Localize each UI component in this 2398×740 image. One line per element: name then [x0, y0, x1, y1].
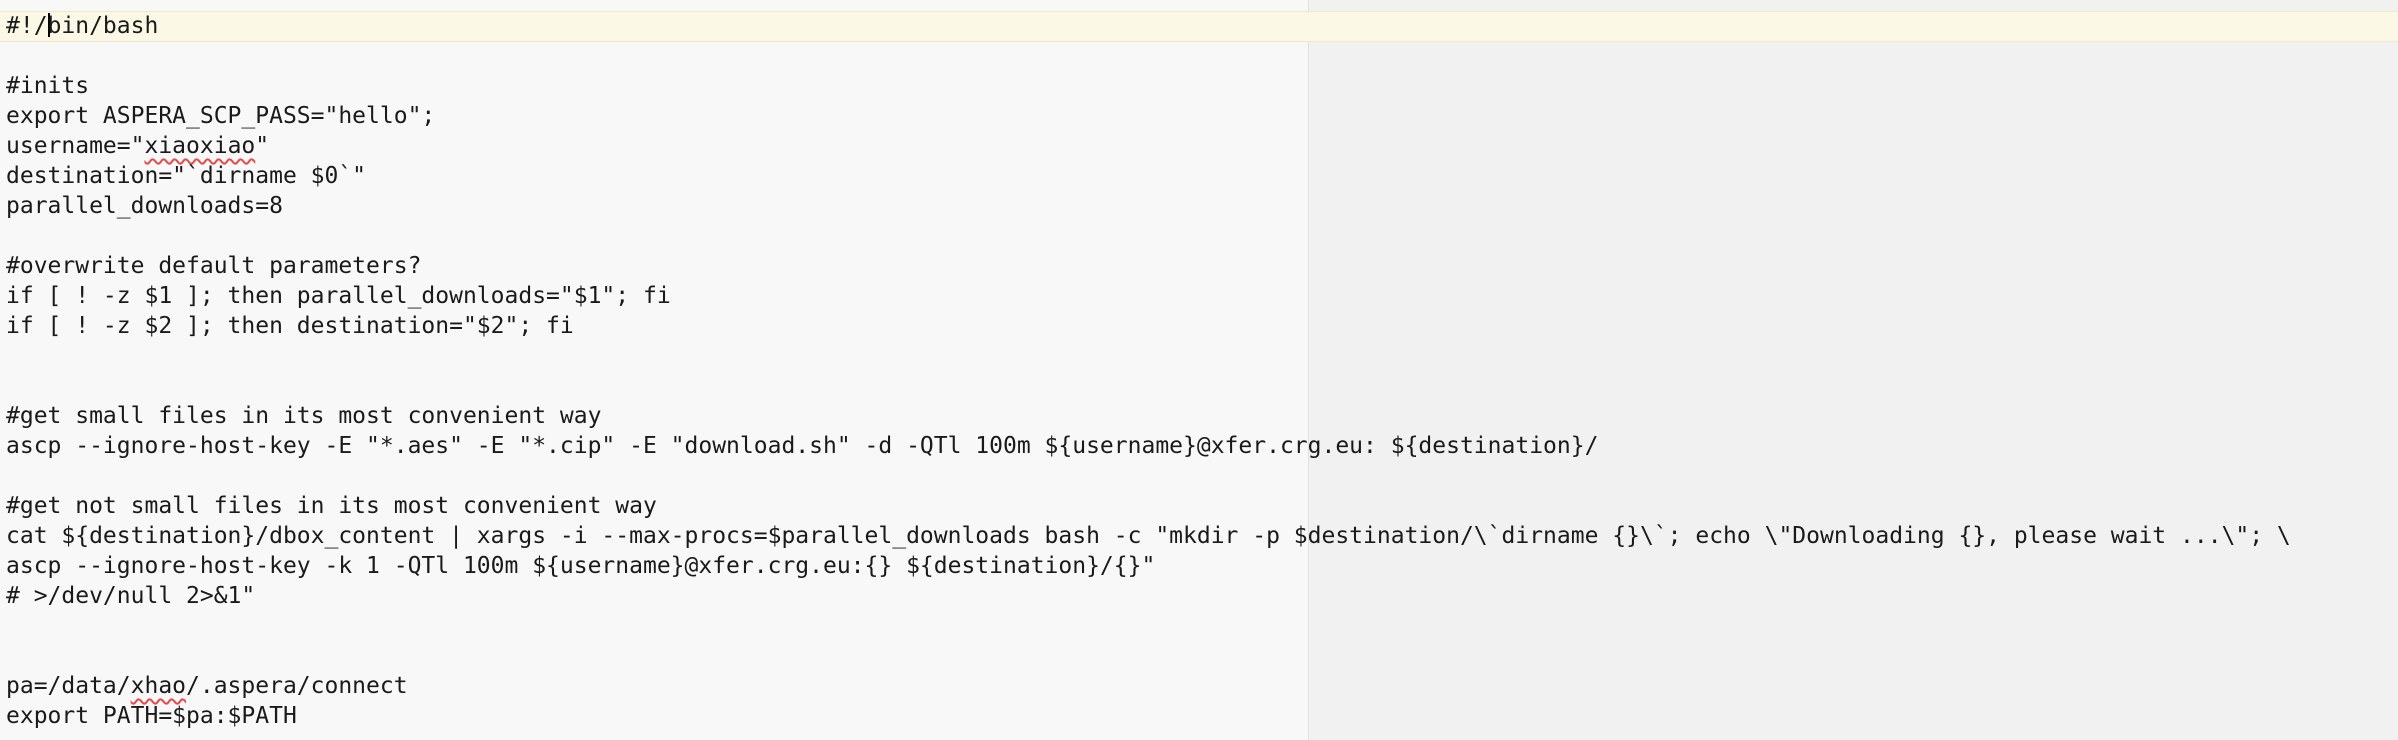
code-text: # >/dev/null 2>&1"	[6, 583, 256, 609]
code-line[interactable]: #inits	[6, 71, 2398, 101]
editor-text-area[interactable]: #!/bin/bash #inits export ASPERA_SCP_PASS=…	[6, 11, 2398, 731]
code-text: "	[255, 133, 270, 159]
code-line[interactable]	[6, 461, 2398, 491]
code-line[interactable]	[6, 611, 2398, 641]
code-line[interactable]	[6, 371, 2398, 401]
code-line[interactable]	[6, 41, 2398, 71]
code-text: cat ${destination}/dbox_content | xargs …	[6, 523, 2291, 549]
code-line[interactable]: pa=/data/xhao/.aspera/connect	[6, 671, 2398, 701]
code-line[interactable]	[6, 341, 2398, 371]
code-text: #get not small files in its most conveni…	[6, 493, 657, 519]
code-line[interactable]	[6, 221, 2398, 251]
code-text: /.aspera/connect	[186, 673, 408, 699]
code-line[interactable]: if [ ! -z $1 ]; then parallel_downloads=…	[6, 281, 2398, 311]
code-text: #inits	[6, 73, 90, 99]
code-text: #get small files in its most convenient …	[6, 403, 602, 429]
code-text: bin/bash	[47, 13, 159, 39]
code-text: #!/	[6, 13, 48, 39]
code-text: export PATH=$pa:$PATH	[6, 703, 297, 729]
code-text: export ASPERA_SCP_PASS="hello";	[6, 103, 436, 129]
code-line[interactable]: cat ${destination}/dbox_content | xargs …	[6, 521, 2398, 551]
code-line[interactable]: if [ ! -z $2 ]; then destination="$2"; f…	[6, 311, 2398, 341]
code-line[interactable]: #get small files in its most convenient …	[6, 401, 2398, 431]
code-line[interactable]: export PATH=$pa:$PATH	[6, 701, 2398, 731]
code-line[interactable]: ascp --ignore-host-key -E "*.aes" -E "*.…	[6, 431, 2398, 461]
code-text: destination="`dirname $0`"	[6, 163, 367, 189]
code-line[interactable]: username="xiaoxiao"	[6, 131, 2398, 161]
code-text: if [ ! -z $2 ]; then destination="$2"; f…	[6, 313, 574, 339]
misspelled-word: xhao	[130, 673, 187, 699]
code-line[interactable]: # >/dev/null 2>&1"	[6, 581, 2398, 611]
code-text: parallel_downloads=8	[6, 193, 283, 219]
code-text: pa=/data/	[6, 673, 131, 699]
code-text: ascp --ignore-host-key -k 1 -QTl 100m ${…	[6, 553, 1156, 579]
code-text: username="	[6, 133, 145, 159]
code-line[interactable]: destination="`dirname $0`"	[6, 161, 2398, 191]
code-line[interactable]: parallel_downloads=8	[6, 191, 2398, 221]
code-line[interactable]: #overwrite default parameters?	[6, 251, 2398, 281]
code-line[interactable]: export ASPERA_SCP_PASS="hello";	[6, 101, 2398, 131]
code-line[interactable]: ascp --ignore-host-key -k 1 -QTl 100m ${…	[6, 551, 2398, 581]
code-editor[interactable]: #!/bin/bash #inits export ASPERA_SCP_PASS=…	[0, 0, 2398, 740]
code-line[interactable]: #get not small files in its most conveni…	[6, 491, 2398, 521]
code-text: if [ ! -z $1 ]; then parallel_downloads=…	[6, 283, 671, 309]
code-line[interactable]	[6, 641, 2398, 671]
code-line[interactable]: #!/bin/bash	[6, 11, 2398, 41]
code-text: #overwrite default parameters?	[6, 253, 422, 279]
code-text: ascp --ignore-host-key -E "*.aes" -E "*.…	[6, 433, 1599, 459]
misspelled-word: xiaoxiao	[144, 133, 256, 159]
